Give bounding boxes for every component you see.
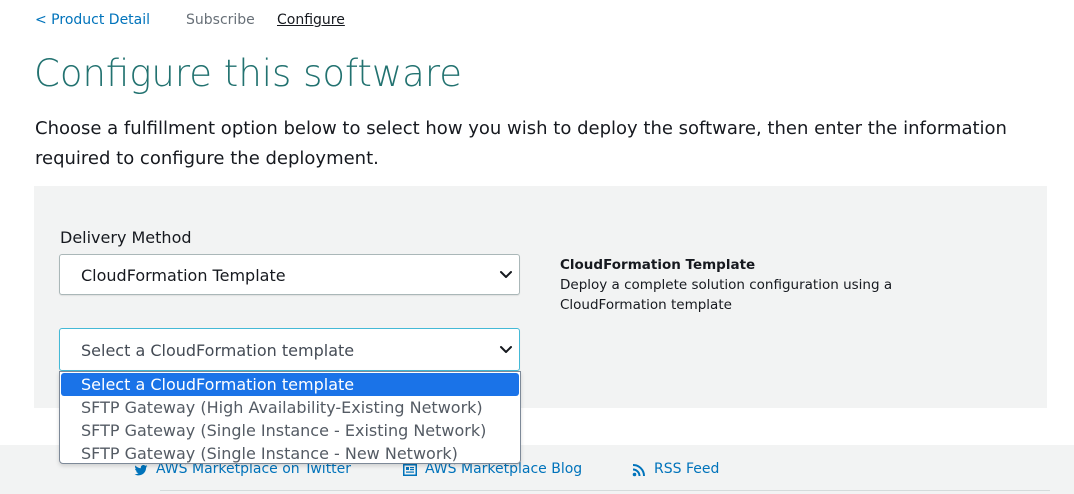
product-detail-link[interactable]: < Product Detail [35,11,150,29]
template-option-label: SFTP Gateway (High Availability-Existing… [81,398,483,417]
delivery-info-description: Deploy a complete solution configuration… [560,277,893,313]
rss-link-label: RSS Feed [654,461,720,477]
template-select-value: Select a CloudFormation template [81,341,355,360]
delivery-method-select[interactable]: CloudFormation Template [59,254,520,295]
chevron-down-icon [500,346,512,353]
twitter-icon [134,464,148,476]
page-intro: Choose a fulfillment option below to sel… [35,118,1007,169]
subscribe-link[interactable]: Subscribe [186,11,255,29]
template-option-label: Select a CloudFormation template [81,375,355,394]
template-option[interactable]: SFTP Gateway (Single Instance - Existing… [61,419,519,442]
template-dropdown-list[interactable]: Select a CloudFormation template SFTP Ga… [59,371,521,464]
template-option[interactable]: Select a CloudFormation template [61,373,519,396]
chevron-down-icon [500,271,512,278]
delivery-method-value: CloudFormation Template [81,266,286,285]
newspaper-icon [403,464,417,476]
delivery-method-label: Delivery Method [60,228,192,247]
footer-divider [160,490,1050,491]
template-select[interactable]: Select a CloudFormation template [59,328,520,371]
template-option-label: SFTP Gateway (Single Instance - New Netw… [81,444,458,463]
configure-page: < Product Detail Subscribe Configure Con… [0,0,1074,494]
template-option[interactable]: SFTP Gateway (Single Instance - New Netw… [61,442,519,465]
delivery-info-title: CloudFormation Template [560,257,756,273]
delivery-info: CloudFormation Template Deploy a complet… [560,255,940,315]
page-title: Configure this software [34,52,462,95]
template-option[interactable]: SFTP Gateway (High Availability-Existing… [61,396,519,419]
template-option-label: SFTP Gateway (Single Instance - Existing… [81,421,487,440]
configure-link[interactable]: Configure [277,11,345,29]
rss-icon [632,464,645,477]
